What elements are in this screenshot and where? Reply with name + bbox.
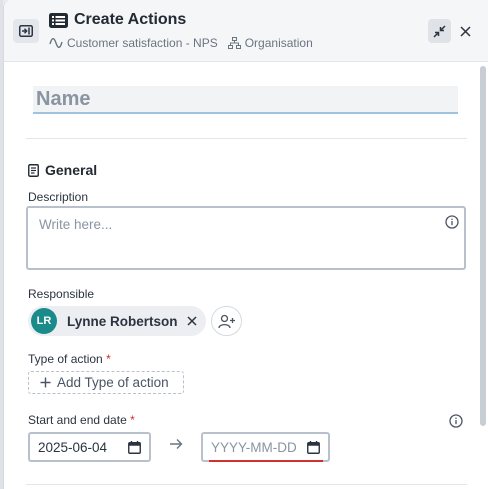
collapse-panel-button[interactable] xyxy=(13,19,39,43)
calendar-icon[interactable] xyxy=(307,440,320,454)
responsible-chip: LR Lynne Robertson xyxy=(28,306,206,336)
start-date-value: 2025-06-04 xyxy=(38,439,108,455)
start-date-field[interactable]: 2025-06-04 xyxy=(28,432,151,462)
close-button[interactable] xyxy=(456,21,474,41)
name-field[interactable] xyxy=(33,86,458,114)
add-user-icon xyxy=(217,314,235,328)
required-marker: * xyxy=(106,352,111,366)
add-type-label: Add Type of action xyxy=(57,375,169,390)
survey-context: Customer satisfaction - NPS xyxy=(49,36,218,50)
close-icon xyxy=(459,25,471,37)
info-icon[interactable] xyxy=(445,215,459,234)
hierarchy-icon xyxy=(227,37,241,49)
divider xyxy=(26,484,467,485)
page-title: Create Actions xyxy=(74,11,187,28)
end-date-field[interactable]: YYYY-MM-DD xyxy=(201,432,330,462)
description-field xyxy=(26,206,466,270)
type-of-action-label: Type of action * xyxy=(28,352,111,366)
list-icon xyxy=(49,12,68,28)
section-title: General xyxy=(45,162,98,178)
minimize-button[interactable] xyxy=(428,19,451,43)
document-icon xyxy=(28,163,39,177)
scope-name: Organisation xyxy=(244,36,313,50)
panel-header: Create Actions Customer satisfaction - N… xyxy=(4,0,488,62)
divider xyxy=(26,138,467,139)
section-general: General xyxy=(28,162,97,178)
responsible-name: Lynne Robertson xyxy=(67,313,178,329)
survey-name: Customer satisfaction - NPS xyxy=(67,36,218,50)
remove-responsible-button[interactable] xyxy=(186,316,197,326)
minimize-icon xyxy=(433,24,446,38)
context-row: Customer satisfaction - NPS Organisation xyxy=(49,36,323,50)
date-label: Start and end date * xyxy=(28,413,135,427)
calendar-icon[interactable] xyxy=(128,440,141,454)
date-label-text: Start and end date xyxy=(28,413,127,427)
responsible-label: Responsible xyxy=(28,287,95,301)
type-label-text: Type of action xyxy=(28,352,103,366)
add-type-of-action-button[interactable]: Add Type of action xyxy=(28,371,184,394)
arrow-right-icon xyxy=(170,439,183,449)
scrollbar-thumb[interactable] xyxy=(480,66,486,426)
plus-icon xyxy=(40,377,51,388)
description-label: Description xyxy=(28,190,89,204)
title-row: Create Actions xyxy=(49,11,186,29)
wave-icon xyxy=(49,38,63,48)
description-input[interactable] xyxy=(28,208,464,268)
scope-context: Organisation xyxy=(227,36,313,50)
end-date-placeholder: YYYY-MM-DD xyxy=(211,439,297,455)
info-icon[interactable] xyxy=(449,414,463,433)
required-marker: * xyxy=(130,413,135,427)
create-actions-panel: Create Actions Customer satisfaction - N… xyxy=(3,0,488,489)
add-responsible-button[interactable] xyxy=(211,306,242,336)
avatar: LR xyxy=(31,308,57,334)
close-icon xyxy=(186,316,197,326)
collapse-panel-icon xyxy=(19,25,33,37)
validation-error-underline xyxy=(209,460,323,462)
